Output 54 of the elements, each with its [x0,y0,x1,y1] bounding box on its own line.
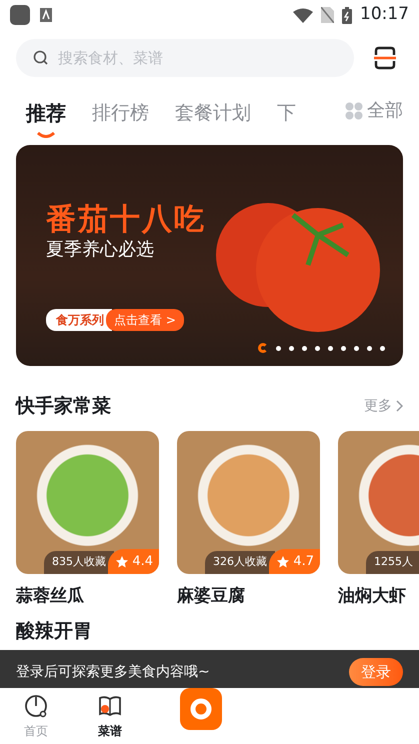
carousel-dot[interactable] [302,346,307,350]
category-tab[interactable]: 下 [277,98,296,128]
series-tag: 食万系列 [46,309,112,331]
search-icon [33,50,49,66]
recipe-name: 麻婆豆腐 [177,584,246,608]
recipe-photo[interactable]: 835人收藏 4.4 [16,430,159,574]
carousel-dot[interactable] [328,346,333,350]
banner-subtitle: 夏季养心必选 [46,238,155,262]
center-action-button[interactable] [180,688,222,730]
recipe-photo[interactable]: 1255人 [338,430,419,574]
recipe-photo[interactable]: 326人收藏 4.7 [177,430,320,574]
category-tab[interactable]: 套餐计划 [175,98,251,128]
all-categories-button[interactable]: 全部 [339,97,403,124]
book-icon [98,694,122,718]
app-square-icon [10,5,30,25]
save-count: 1255人 [366,551,419,574]
more-link[interactable]: 更多 [364,396,403,417]
save-count: 835人收藏 [44,551,114,574]
category-tab[interactable]: 推荐 [26,98,66,128]
rating-badge: 4.4 [108,549,159,574]
banner-photo[interactable]: 番茄十八吃 夏季养心必选 食万系列 点击查看 > [16,145,403,366]
star-icon [277,556,290,568]
grid-icon [345,102,363,120]
carousel-dot[interactable] [276,346,281,350]
scan-icon[interactable] [373,46,397,70]
home-icon [24,694,48,718]
carousel-dot[interactable] [341,346,346,350]
wifi-icon [293,8,313,22]
no-sim-icon [321,7,334,23]
banner-title: 番茄十八吃 [46,203,206,236]
recipe-name: 油焖大虾 [338,584,407,608]
tab-indicator-icon [37,132,55,138]
save-count: 326人收藏 [205,551,275,574]
carousel-dot[interactable] [367,346,372,350]
ring-icon [189,697,213,721]
nav-tab[interactable]: 菜谱 [80,694,140,740]
section-title: 酸辣开胃 [16,619,92,644]
carousel-dot[interactable] [380,346,385,350]
login-button[interactable]: 登录 [349,658,403,686]
recipe-name: 蒜蓉丝瓜 [16,584,85,608]
status-time: 10:17 [360,3,409,26]
view-button[interactable]: 点击查看 > [106,309,184,331]
chevron-right-icon [395,400,403,412]
battery-icon [342,6,352,24]
category-tab[interactable]: 排行榜 [92,98,149,128]
section-title: 快手家常菜 [16,394,111,419]
carousel-dot[interactable] [315,346,320,350]
rating-badge: 4.7 [269,549,320,574]
star-icon [116,556,128,568]
login-prompt: 登录后可探索更多美食内容哦~ [16,662,210,682]
search-field[interactable]: 搜索食材、菜谱 [16,39,354,77]
carousel-dot[interactable] [289,346,294,350]
nav-tab[interactable]: 首页 [6,694,66,740]
carousel-dot[interactable] [354,346,359,350]
